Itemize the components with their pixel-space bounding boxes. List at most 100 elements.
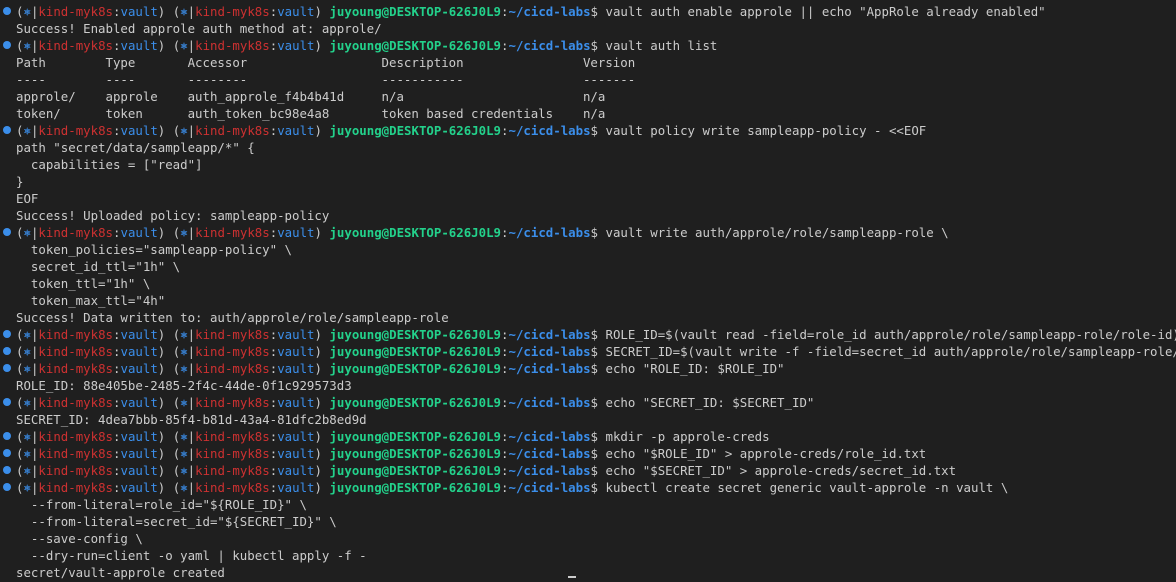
output-text: Success! Uploaded policy: sampleapp-poli… [16, 208, 330, 223]
prompt-punctuation: ) [314, 38, 330, 53]
output-line: token_max_ttl="4h" [0, 292, 1176, 309]
prompt-namespace: vault [120, 4, 158, 19]
command-status-dot-icon[interactable] [3, 398, 11, 406]
prompt-line: (⎈|kind-myk8s:vault) (⎈|kind-myk8s:vault… [0, 445, 1176, 462]
terminal-output[interactable]: (⎈|kind-myk8s:vault) (⎈|kind-myk8s:vault… [0, 3, 1176, 582]
prompt-gear: ⎈ [23, 480, 31, 495]
prompt-namespace: vault [120, 361, 158, 376]
output-text: secret_id_ttl="1h" \ [16, 259, 181, 274]
prompt-cwd: ~/cicd-labs [508, 361, 591, 376]
prompt-bar: | [187, 4, 196, 19]
prompt-symbol: $ [590, 344, 599, 359]
prompt-cluster: kind-myk8s [195, 225, 270, 240]
prompt-cluster: kind-myk8s [38, 4, 114, 19]
prompt-cluster: kind-myk8s [195, 344, 270, 359]
prompt-bar: | [187, 327, 196, 342]
prompt-cluster: kind-myk8s [195, 463, 270, 478]
prompt-punctuation: ) [157, 327, 173, 342]
command-status-dot-icon[interactable] [3, 126, 11, 134]
prompt-user-host: juyoung@DESKTOP-626J0L9 [329, 395, 502, 410]
prompt-namespace: vault [120, 463, 158, 478]
prompt-namespace: vault [277, 327, 315, 342]
prompt-symbol: $ [590, 38, 599, 53]
prompt-namespace: vault [120, 429, 158, 444]
output-line: Success! Data written to: auth/approle/r… [0, 309, 1176, 326]
command-status-dot-icon[interactable] [3, 364, 11, 372]
prompt-cluster: kind-myk8s [38, 123, 114, 138]
prompt-bar: | [187, 463, 196, 478]
prompt-bar: | [187, 480, 196, 495]
command-status-dot-icon[interactable] [3, 449, 11, 457]
output-text: --save-config \ [16, 531, 143, 546]
output-line: secret_id_ttl="1h" \ [0, 258, 1176, 275]
output-line: Path Type Accessor Description Version [0, 54, 1176, 71]
prompt-punctuation: ) [314, 327, 330, 342]
command-text: ROLE_ID=$(vault read -field=role_id auth… [605, 327, 1176, 342]
prompt-gear: ⎈ [180, 344, 188, 359]
prompt-gear: ⎈ [23, 429, 31, 444]
output-line: } [0, 173, 1176, 190]
prompt-symbol: $ [590, 327, 599, 342]
prompt-namespace: vault [120, 446, 158, 461]
output-line: --from-literal=secret_id="${SECRET_ID}" … [0, 513, 1176, 530]
prompt-symbol: $ [590, 361, 599, 376]
prompt-punctuation: ) [314, 446, 330, 461]
command-status-dot-icon[interactable] [3, 41, 11, 49]
command-status-dot-icon[interactable] [3, 483, 11, 491]
prompt-line: (⎈|kind-myk8s:vault) (⎈|kind-myk8s:vault… [0, 343, 1176, 360]
prompt-symbol: $ [590, 225, 599, 240]
command-status-dot-icon[interactable] [3, 432, 11, 440]
command-status-dot-icon[interactable] [3, 228, 11, 236]
prompt-punctuation: ) [314, 463, 330, 478]
prompt-gear: ⎈ [23, 123, 31, 138]
prompt-namespace: vault [120, 225, 158, 240]
command-text: vault policy write sampleapp-policy - <<… [605, 123, 927, 138]
prompt-bar: | [187, 38, 196, 53]
prompt-user-host: juyoung@DESKTOP-626J0L9 [329, 327, 502, 342]
output-text: --from-literal=role_id="${ROLE_ID}" \ [16, 497, 307, 512]
prompt-gear: ⎈ [180, 123, 188, 138]
prompt-cwd: ~/cicd-labs [508, 429, 591, 444]
command-text: echo "$SECRET_ID" > approle-creds/secret… [605, 463, 957, 478]
prompt-line: (⎈|kind-myk8s:vault) (⎈|kind-myk8s:vault… [0, 37, 1176, 54]
prompt-user-host: juyoung@DESKTOP-626J0L9 [329, 344, 502, 359]
prompt-bar: | [187, 361, 196, 376]
output-line: ---- ---- -------- ----------- ------- [0, 71, 1176, 88]
prompt-punctuation: ) [157, 429, 173, 444]
prompt-namespace: vault [277, 4, 315, 19]
prompt-namespace: vault [277, 361, 315, 376]
output-text: secret/vault-approle created [16, 565, 225, 580]
output-line: SECRET_ID: 4dea7bbb-85f4-b81d-43a4-81dfc… [0, 411, 1176, 428]
prompt-cluster: kind-myk8s [195, 38, 270, 53]
prompt-namespace: vault [277, 395, 315, 410]
prompt-punctuation: ) [157, 38, 173, 53]
output-line: --from-literal=role_id="${ROLE_ID}" \ [0, 496, 1176, 513]
output-text: } [16, 174, 24, 189]
prompt-symbol: $ [590, 4, 599, 19]
prompt-user-host: juyoung@DESKTOP-626J0L9 [329, 361, 502, 376]
output-text: token_max_ttl="4h" [16, 293, 166, 308]
output-text: path "secret/data/sampleapp/*" { [16, 140, 255, 155]
output-line: path "secret/data/sampleapp/*" { [0, 139, 1176, 156]
output-text: token_policies="sampleapp-policy" \ [16, 242, 293, 257]
prompt-line: (⎈|kind-myk8s:vault) (⎈|kind-myk8s:vault… [0, 3, 1176, 20]
prompt-cwd: ~/cicd-labs [508, 225, 591, 240]
output-line: secret/vault-approle created [0, 564, 1176, 581]
prompt-punctuation: ) [314, 344, 330, 359]
prompt-punctuation: ) [314, 395, 330, 410]
prompt-punctuation: ) [157, 463, 173, 478]
command-status-dot-icon[interactable] [3, 330, 11, 338]
prompt-punctuation: ) [314, 480, 330, 495]
prompt-namespace: vault [120, 395, 158, 410]
command-text: SECRET_ID=$(vault write -f -field=secret… [605, 344, 1176, 359]
command-status-dot-icon[interactable] [3, 7, 11, 15]
prompt-namespace: vault [120, 327, 158, 342]
prompt-namespace: vault [120, 38, 158, 53]
prompt-cwd: ~/cicd-labs [508, 395, 591, 410]
output-line: --save-config \ [0, 530, 1176, 547]
prompt-bar: | [187, 395, 196, 410]
output-text: approle/ approle auth_approle_f4b4b41d n… [16, 89, 606, 104]
prompt-cluster: kind-myk8s [38, 38, 114, 53]
command-status-dot-icon[interactable] [3, 466, 11, 474]
command-status-dot-icon[interactable] [3, 347, 11, 355]
